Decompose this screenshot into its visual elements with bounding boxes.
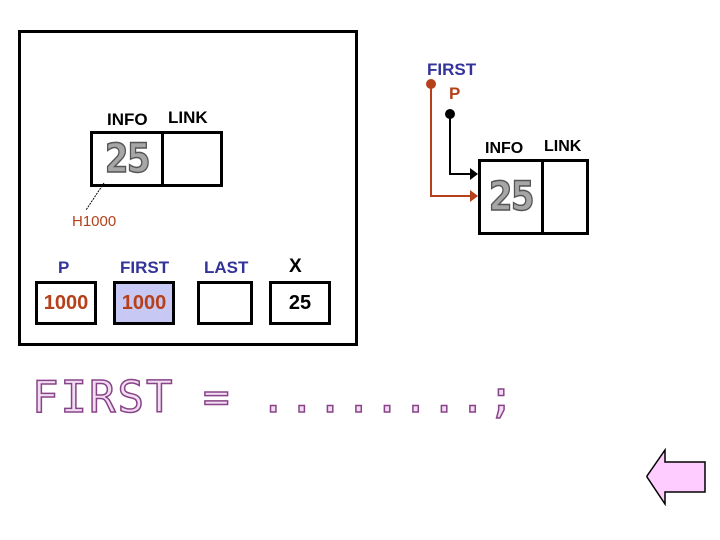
var-box-last [197, 281, 253, 325]
var-box-first: 1000 [113, 281, 175, 325]
formula-equals: = [202, 371, 232, 424]
var-value-x: 25 [288, 291, 312, 314]
formula-rhs: ........; [259, 371, 517, 424]
first-pointer-label: FIRST [427, 60, 477, 79]
right-node-info-value: 25 [488, 173, 535, 221]
left-arrow-icon[interactable] [646, 448, 706, 506]
var-value-first: 1000 [121, 291, 167, 314]
back-button[interactable] [645, 448, 707, 506]
first-pointer-arrowhead [470, 190, 478, 202]
right-list-node: 25 [478, 159, 589, 235]
right-node-link-label: LINK [544, 138, 582, 155]
node-address-label: H1000 [72, 213, 117, 230]
p-pointer-arrowhead [470, 168, 478, 180]
var-label-x: X [289, 256, 302, 277]
assignment-formula: FIRST = ........; [31, 371, 517, 424]
var-box-x: 25 [269, 281, 331, 325]
formula-lhs: FIRST [31, 371, 175, 424]
p-pointer-label: P [449, 84, 461, 103]
var-box-p: 1000 [35, 281, 97, 325]
right-node-link-cell [541, 162, 586, 232]
var-value-p: 1000 [43, 291, 89, 314]
address-pointer-line [85, 182, 105, 211]
var-label-first: FIRST [120, 258, 170, 277]
var-label-last: LAST [204, 258, 249, 277]
right-node-info-cell: 25 [481, 162, 541, 232]
var-label-p: P [58, 258, 70, 277]
p-pointer-line [449, 114, 470, 175]
connector-lines [85, 79, 478, 211]
right-node-info-label: INFO [485, 140, 524, 157]
